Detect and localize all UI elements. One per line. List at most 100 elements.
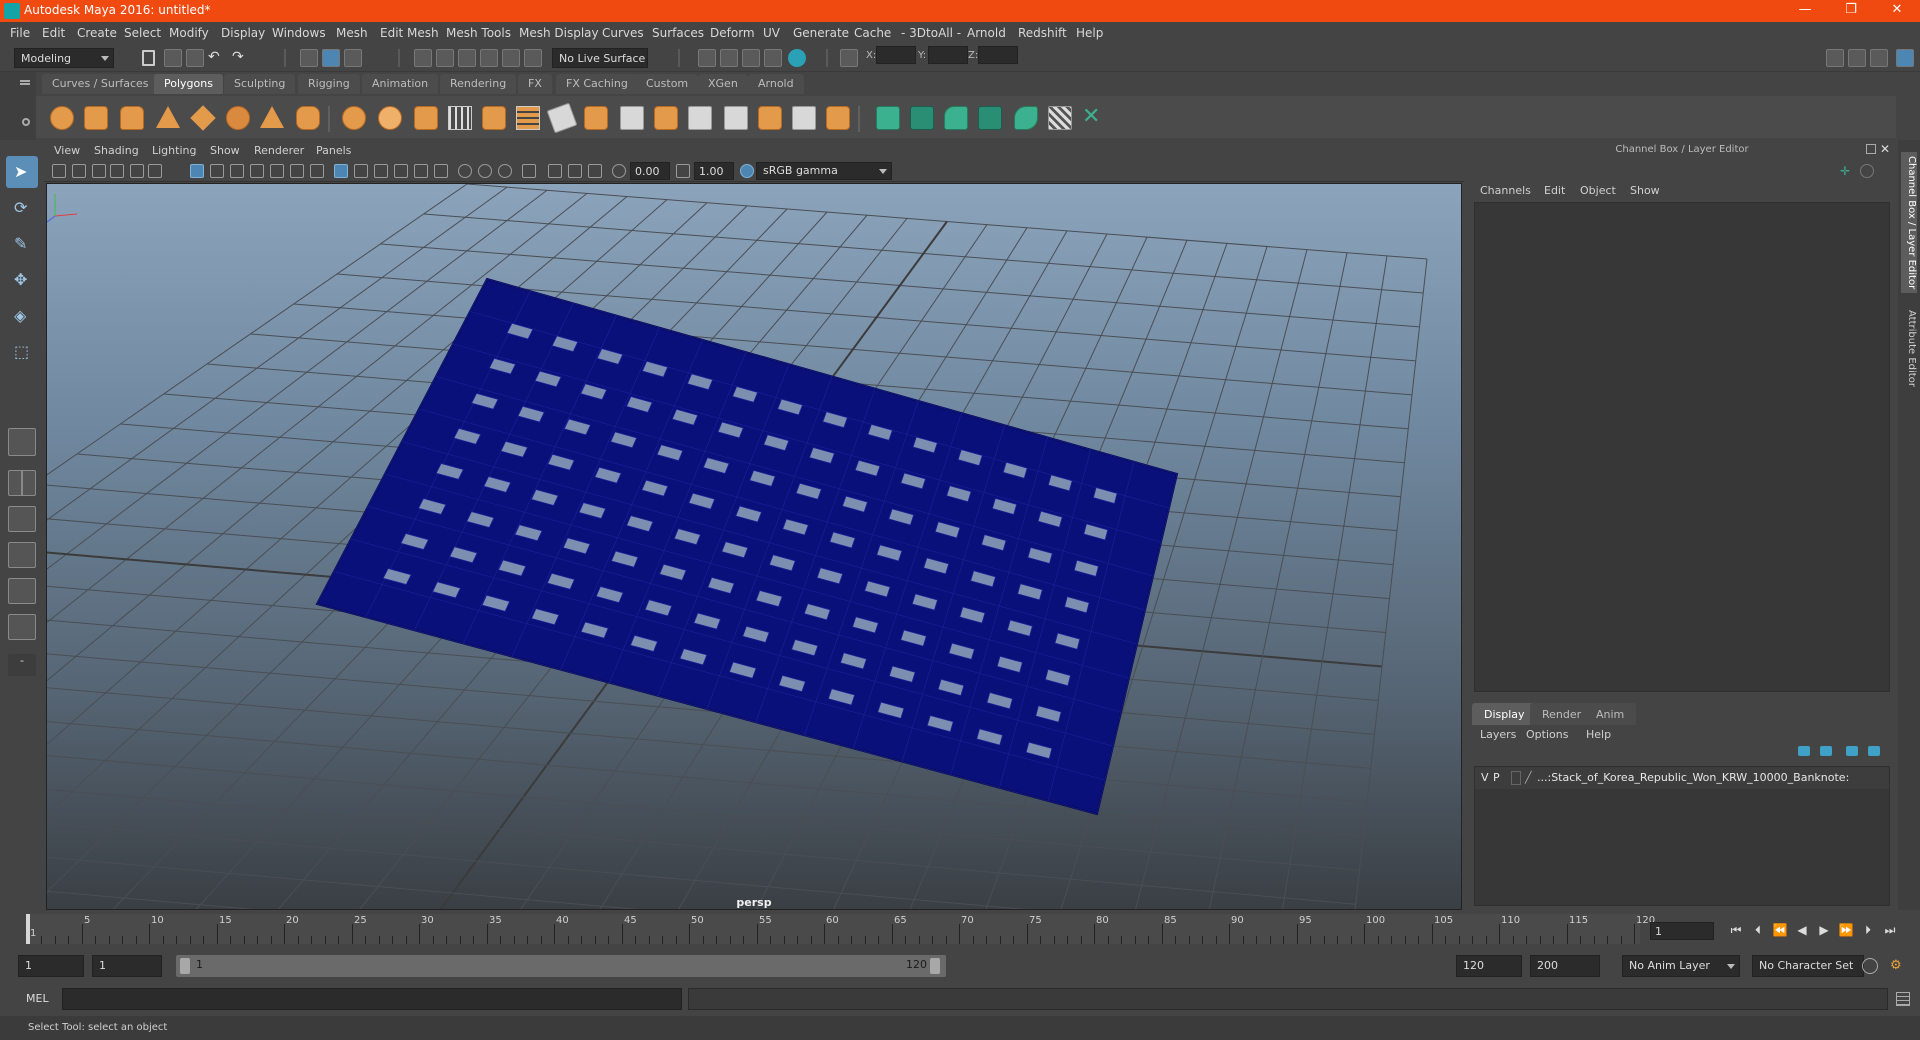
channel-menu-channels[interactable]: Channels (1480, 184, 1531, 197)
separate-icon[interactable] (378, 106, 402, 130)
channel-box-area[interactable] (1474, 202, 1890, 692)
banknote-stack-model[interactable] (315, 277, 1179, 816)
poly-plane-icon[interactable] (190, 105, 216, 131)
gamma-input[interactable]: 1.00 (694, 162, 734, 180)
layer-tab-display[interactable]: Display (1472, 703, 1537, 725)
play-backwards-icon[interactable]: ◀ (1794, 922, 1810, 938)
menu-arnold[interactable]: Arnold (967, 26, 1006, 40)
render-settings-icon[interactable] (698, 49, 716, 67)
menu-redshift[interactable]: Redshift (1018, 26, 1067, 40)
film-gate-icon[interactable] (210, 164, 224, 178)
script-editor-icon[interactable] (1896, 992, 1910, 1006)
menu-3dtoall[interactable]: - 3DtoAll - (901, 26, 961, 40)
snap-to-view-plane-icon[interactable] (480, 49, 498, 67)
menu-edit-mesh[interactable]: Edit Mesh (380, 26, 439, 40)
menu-mesh-display[interactable]: Mesh Display (519, 26, 599, 40)
menu-windows[interactable]: Windows (272, 26, 326, 40)
poly-torus-icon[interactable] (226, 106, 250, 130)
layer-visibility-toggle[interactable]: V (1481, 771, 1489, 784)
menu-deform[interactable]: Deform (710, 26, 755, 40)
menu-file[interactable]: File (10, 26, 30, 40)
current-time-indicator[interactable] (26, 914, 30, 944)
layer-menu-help[interactable]: Help (1586, 728, 1611, 741)
four-view-layout-icon[interactable] (8, 470, 36, 496)
new-layer-from-selected-icon[interactable] (1868, 746, 1880, 756)
append-polygon-icon[interactable] (654, 106, 678, 130)
minimize-button[interactable]: — (1782, 0, 1828, 22)
viewport-menu-show[interactable]: Show (210, 144, 240, 157)
select-camera-icon[interactable] (52, 164, 66, 178)
animation-start-input[interactable]: 1 (18, 955, 84, 977)
multi-cut-icon[interactable] (546, 102, 578, 134)
y-input[interactable] (928, 46, 968, 64)
xray-icon[interactable] (548, 164, 562, 178)
menu-help[interactable]: Help (1076, 26, 1103, 40)
shelf-tab-xgen[interactable]: XGen (698, 74, 748, 94)
isolate-select-icon[interactable] (522, 164, 536, 178)
more-layouts-icon[interactable]: - (8, 654, 36, 676)
bevel-icon[interactable] (584, 106, 608, 130)
new-empty-layer-icon[interactable] (1846, 746, 1858, 756)
animation-preferences-icon[interactable]: ⚙ (1890, 958, 1906, 974)
layer-menu-options[interactable]: Options (1526, 728, 1568, 741)
step-forward-frame-icon[interactable]: ⏵ (1860, 922, 1876, 938)
grease-pencil-icon[interactable] (148, 164, 162, 178)
viewport-menu-shading[interactable]: Shading (94, 144, 139, 157)
single-perspective-layout-icon[interactable] (8, 428, 36, 456)
poly-cone-icon[interactable] (156, 106, 180, 128)
side-tab-attribute-editor[interactable]: Attribute Editor (1901, 310, 1917, 387)
image-plane-icon[interactable] (110, 164, 124, 178)
character-set-select[interactable]: No Character Set (1752, 955, 1864, 977)
menu-uv[interactable]: UV (763, 26, 780, 40)
perspective-viewport[interactable]: persp (46, 183, 1462, 910)
auto-key-icon[interactable] (1862, 958, 1878, 974)
layer-tab-anim[interactable]: Anim (1584, 703, 1637, 725)
uv-editor-icon[interactable] (876, 106, 900, 130)
playback-end-input[interactable]: 120 (1456, 955, 1522, 977)
gate-mask-icon[interactable] (250, 164, 264, 178)
close-button[interactable]: ✕ (1874, 0, 1920, 22)
smooth-shade-all-icon[interactable] (354, 164, 368, 178)
render-current-frame-icon[interactable] (720, 49, 738, 67)
safe-action-icon[interactable] (290, 164, 304, 178)
motion-blur-icon[interactable] (478, 164, 492, 178)
persp-uv-layout-icon[interactable] (8, 614, 36, 640)
restore-button[interactable]: ❐ (1828, 0, 1874, 22)
open-scene-icon[interactable] (164, 49, 182, 67)
step-back-frame-icon[interactable]: ⏴ (1750, 922, 1766, 938)
shelf-tab-animation[interactable]: Animation (362, 74, 439, 94)
undo-icon[interactable]: ↶ (208, 49, 226, 67)
x-input[interactable] (876, 46, 916, 64)
select-by-object-icon[interactable] (322, 49, 340, 67)
scale-tool[interactable]: ⬚ (6, 336, 38, 368)
layer-playback-toggle[interactable]: P (1493, 771, 1500, 784)
viewport-menu-panels[interactable]: Panels (316, 144, 351, 157)
render-view-icon[interactable] (764, 49, 782, 67)
layout-uv-icon[interactable] (1014, 106, 1038, 130)
menu-mesh[interactable]: Mesh (336, 26, 368, 40)
animation-end-input[interactable]: 200 (1530, 955, 1600, 977)
menu-modify[interactable]: Modify (169, 26, 209, 40)
menu-surfaces[interactable]: Surfaces (652, 26, 704, 40)
xray-joints-icon[interactable] (568, 164, 582, 178)
float-panel-icon[interactable] (1866, 144, 1876, 154)
go-to-start-icon[interactable]: ⏮ (1728, 922, 1744, 938)
shelf-tab-rendering[interactable]: Rendering (440, 74, 517, 94)
select-by-component-icon[interactable] (344, 49, 362, 67)
grid-toggle-icon[interactable] (190, 164, 204, 178)
offset-edge-loop-icon[interactable] (724, 106, 748, 130)
poly-cylinder-icon[interactable] (120, 106, 144, 130)
hypershade-icon[interactable] (788, 49, 806, 67)
automatic-mapping-icon[interactable] (826, 106, 850, 130)
side-tab-channel-box[interactable]: Channel Box / Layer Editor (1901, 152, 1917, 294)
step-forward-key-icon[interactable]: ⏩ (1838, 922, 1854, 938)
extrude-icon[interactable] (516, 106, 540, 130)
channel-menu-show[interactable]: Show (1630, 184, 1660, 197)
time-slider-track[interactable]: 1 5 10 15 20 25 30 35 40 45 50 55 60 65 70 75 80 85 90 95 10… (26, 914, 1655, 944)
channel-menu-object[interactable]: Object (1580, 184, 1616, 197)
range-start-handle[interactable] (180, 958, 190, 974)
shelf-menu-icon[interactable] (20, 80, 30, 82)
menu-select[interactable]: Select (124, 26, 161, 40)
range-slider[interactable]: 1 120 (176, 955, 946, 977)
persp-outliner-layout-icon[interactable] (8, 506, 36, 532)
